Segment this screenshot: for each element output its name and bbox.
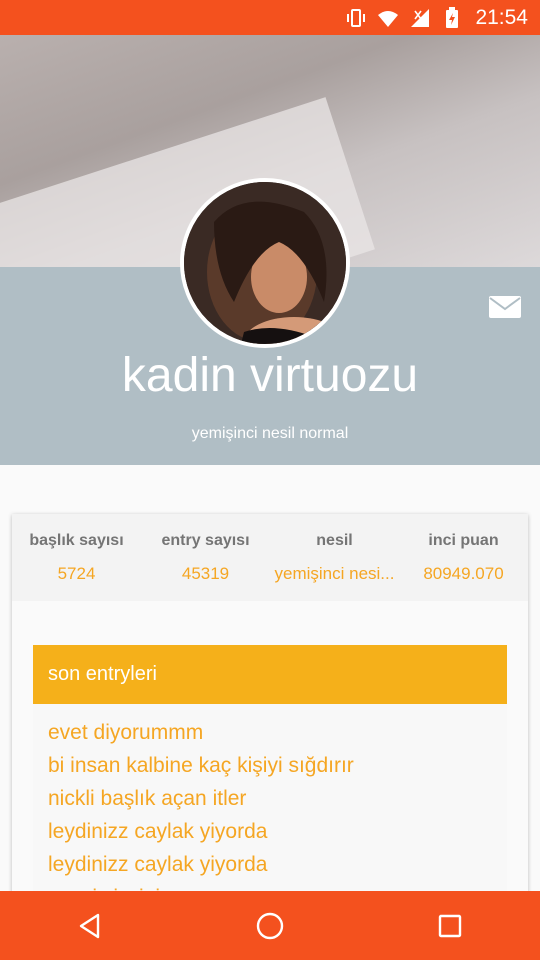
stat-value: 45319 <box>181 564 230 583</box>
stat-label: başlık sayısı <box>29 532 124 549</box>
stat-value: 5724 <box>57 564 96 583</box>
entry-link[interactable]: leydinizz caylak yiyorda <box>48 815 492 848</box>
signal-icon <box>409 7 431 29</box>
stat-value: 80949.070 <box>423 564 504 583</box>
battery-charging-icon <box>441 6 463 29</box>
entry-link[interactable]: nickli başlık açan itler <box>48 782 492 815</box>
status-bar: 21:54 <box>0 0 540 35</box>
entry-link[interactable]: leydinizz caylak yiyorda <box>48 848 492 881</box>
wifi-icon <box>377 7 399 29</box>
profile-subtitle: yemişinci nesil normal <box>191 425 349 442</box>
vibrate-icon <box>345 7 367 29</box>
profile-card: başlık sayısı 5724 entry sayısı 45319 ne… <box>12 514 528 914</box>
entry-link[interactable]: bi insan kalbine kaç kişiyi sığdırır <box>48 749 492 782</box>
stat-label: nesil <box>316 532 353 549</box>
stat-label: inci puan <box>428 532 499 549</box>
status-time: 21:54 <box>475 5 528 29</box>
avatar[interactable] <box>180 178 350 348</box>
profile-name: kadin virtuozu <box>121 349 419 402</box>
navigation-bar <box>0 891 540 960</box>
entry-link[interactable]: evet diyorummm <box>48 716 492 749</box>
entries-header: son entryleri <box>33 645 507 704</box>
stats-row: başlık sayısı 5724 entry sayısı 45319 ne… <box>12 514 528 601</box>
entries-list: evet diyorummm bi insan kalbine kaç kişi… <box>33 704 507 914</box>
back-icon[interactable] <box>60 896 120 956</box>
stat-value: yemişinci nesi... <box>274 564 395 583</box>
home-icon[interactable] <box>240 896 300 956</box>
mail-icon[interactable] <box>488 293 522 321</box>
stat-inci-puan: inci puan 80949.070 <box>399 514 528 601</box>
stat-entry: entry sayısı 45319 <box>141 514 270 601</box>
stat-nesil: nesil yemişinci nesi... <box>270 514 399 601</box>
stat-label: entry sayısı <box>161 532 250 549</box>
recent-entries: son entryleri evet diyorummm bi insan ka… <box>33 645 507 914</box>
recents-icon[interactable] <box>420 896 480 956</box>
stat-baslik: başlık sayısı 5724 <box>12 514 141 601</box>
